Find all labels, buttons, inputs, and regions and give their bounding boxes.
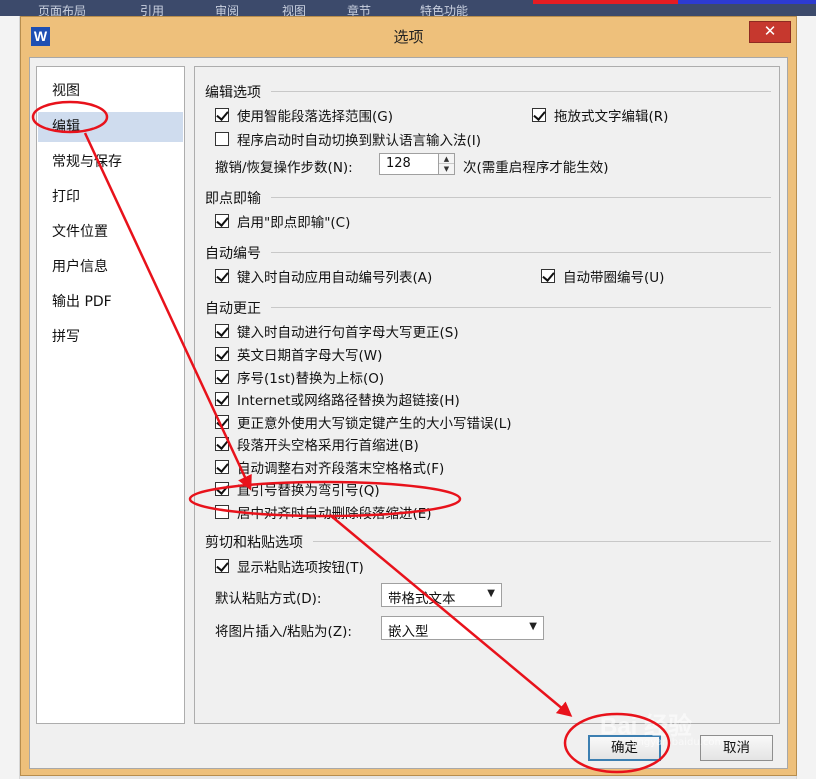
section-divider <box>271 91 771 92</box>
undo-steps-spinner[interactable]: 128 ▲ ▼ <box>379 153 455 175</box>
checkbox-box[interactable] <box>215 347 229 361</box>
checkbox-label: 居中对齐时自动删除段落缩进(E) <box>237 506 432 522</box>
section-divider <box>271 252 771 253</box>
undo-steps-note: 次(需重启程序才能生效) <box>463 160 609 176</box>
default-paste-select[interactable]: 带格式文本 ▼ <box>381 583 502 607</box>
center-align-remove-indent-checkbox[interactable]: 居中对齐时自动删除段落缩进(E) <box>215 502 432 522</box>
checkbox-label: 段落开头空格采用行首缩进(B) <box>237 438 419 454</box>
checkbox-label: 键入时自动应用自动编号列表(A) <box>237 270 433 286</box>
default-paste-label: 默认粘贴方式(D): <box>215 591 322 607</box>
spinner-buttons: ▲ ▼ <box>438 154 454 174</box>
checkbox-box[interactable] <box>215 392 229 406</box>
section-title-edit-options: 编辑选项 <box>205 85 261 101</box>
section-title-auto-numbering: 自动编号 <box>205 246 261 262</box>
options-dialog: W 选项 ✕ 视图 编辑 常规与保存 打印 文件位置 用户信息 输出 PDF 拼… <box>20 16 797 776</box>
auto-ime-checkbox[interactable]: 程序启动时自动切换到默认语言输入法(I) <box>215 129 481 149</box>
close-button[interactable]: ✕ <box>749 21 791 43</box>
baidu-watermark: Bai 经验 <box>600 713 693 740</box>
checkbox-box[interactable] <box>215 269 229 283</box>
show-paste-options-checkbox[interactable]: 显示粘贴选项按钮(T) <box>215 556 364 576</box>
undo-steps-label: 撤销/恢复操作步数(N): <box>215 160 353 176</box>
spinner-down-icon[interactable]: ▼ <box>439 164 454 174</box>
checkbox-label: 直引号替换为弯引号(Q) <box>237 483 380 499</box>
dialog-client-area: 视图 编辑 常规与保存 打印 文件位置 用户信息 输出 PDF 拼写 编辑选项 … <box>29 57 788 769</box>
baidu-watermark-url: jingyan.baidu.com <box>632 737 725 748</box>
checkbox-label: Internet或网络路径替换为超链接(H) <box>237 393 460 409</box>
autocorrect-option[interactable]: 键入时自动进行句首字母大写更正(S) <box>215 321 459 341</box>
image-paste-select[interactable]: 嵌入型 ▼ <box>381 616 544 640</box>
checkbox-label: 启用"即点即输"(C) <box>237 215 351 231</box>
checkbox-box[interactable] <box>215 437 229 451</box>
autocorrect-option[interactable]: 序号(1st)替换为上标(O) <box>215 367 384 387</box>
nav-item-edit[interactable]: 编辑 <box>38 112 183 142</box>
nav-item-file-locations[interactable]: 文件位置 <box>38 217 183 247</box>
checkbox-box[interactable] <box>215 559 229 573</box>
image-paste-value: 嵌入型 <box>388 624 429 640</box>
background-left-strip <box>0 16 20 779</box>
section-title-autocorrect: 自动更正 <box>205 301 261 317</box>
section-title-cut-paste: 剪切和粘贴选项 <box>205 535 303 551</box>
checkbox-box[interactable] <box>215 324 229 338</box>
checkbox-label: 程序启动时自动切换到默认语言输入法(I) <box>237 133 482 149</box>
click-and-type-checkbox[interactable]: 启用"即点即输"(C) <box>215 211 350 231</box>
section-divider <box>271 307 771 308</box>
options-nav-list: 视图 编辑 常规与保存 打印 文件位置 用户信息 输出 PDF 拼写 <box>36 66 185 724</box>
checkbox-label: 显示粘贴选项按钮(T) <box>237 560 364 576</box>
checkbox-box[interactable] <box>532 108 546 122</box>
section-title-click-and-type: 即点即输 <box>205 191 261 207</box>
section-divider <box>313 541 771 542</box>
checkbox-box[interactable] <box>215 132 229 146</box>
background-right-strip <box>796 16 816 779</box>
auto-numbered-list-checkbox[interactable]: 键入时自动应用自动编号列表(A) <box>215 266 432 286</box>
checkbox-box[interactable] <box>215 108 229 122</box>
autocorrect-option[interactable]: 英文日期首字母大写(W) <box>215 344 382 364</box>
auto-circled-number-checkbox[interactable]: 自动带圈编号(U) <box>541 266 664 286</box>
smart-paragraph-checkbox[interactable]: 使用智能段落选择范围(G) <box>215 105 393 125</box>
dialog-title: 选项 <box>393 28 424 46</box>
checkbox-label: 拖放式文字编辑(R) <box>554 109 669 125</box>
autocorrect-option[interactable]: 直引号替换为弯引号(Q) <box>215 479 380 499</box>
checkbox-label: 自动带圈编号(U) <box>563 270 665 286</box>
spinner-up-icon[interactable]: ▲ <box>439 154 454 164</box>
drag-drop-checkbox[interactable]: 拖放式文字编辑(R) <box>532 105 668 125</box>
autocorrect-option[interactable]: 段落开头空格采用行首缩进(B) <box>215 434 419 454</box>
autocorrect-option[interactable]: Internet或网络路径替换为超链接(H) <box>215 389 460 409</box>
edit-options-panel: 编辑选项 使用智能段落选择范围(G) 拖放式文字编辑(R) 程序启动时自动切换到… <box>194 66 780 724</box>
section-divider <box>271 197 771 198</box>
nav-item-view[interactable]: 视图 <box>38 76 183 106</box>
checkbox-box[interactable] <box>215 482 229 496</box>
autocorrect-option[interactable]: 更正意外使用大写锁定键产生的大小写错误(L) <box>215 412 512 432</box>
checkbox-label: 自动调整右对齐段落末空格格式(F) <box>237 461 445 477</box>
autocorrect-option[interactable]: 自动调整右对齐段落末空格格式(F) <box>215 457 444 477</box>
undo-steps-value[interactable]: 128 <box>386 156 411 171</box>
checkbox-label: 使用智能段落选择范围(G) <box>237 109 393 125</box>
ribbon-accent-blue <box>678 0 816 4</box>
nav-item-general-save[interactable]: 常规与保存 <box>38 147 183 177</box>
nav-item-print[interactable]: 打印 <box>38 182 183 212</box>
checkbox-box[interactable] <box>215 415 229 429</box>
dropdown-arrow-icon[interactable]: ▼ <box>529 621 537 632</box>
nav-item-spelling[interactable]: 拼写 <box>38 322 183 352</box>
dialog-titlebar[interactable]: W 选项 ✕ <box>21 17 796 55</box>
dropdown-arrow-icon[interactable]: ▼ <box>487 588 495 599</box>
checkbox-box[interactable] <box>215 370 229 384</box>
checkbox-label: 英文日期首字母大写(W) <box>237 348 383 364</box>
nav-item-user-info[interactable]: 用户信息 <box>38 252 183 282</box>
ribbon-accent-red <box>533 0 678 4</box>
checkbox-label: 序号(1st)替换为上标(O) <box>237 371 385 387</box>
checkbox-box[interactable] <box>541 269 555 283</box>
checkbox-box[interactable] <box>215 505 229 519</box>
checkbox-label: 键入时自动进行句首字母大写更正(S) <box>237 325 459 341</box>
checkbox-box[interactable] <box>215 214 229 228</box>
image-paste-label: 将图片插入/粘贴为(Z): <box>215 624 352 640</box>
checkbox-label: 更正意外使用大写锁定键产生的大小写错误(L) <box>237 416 512 432</box>
checkbox-box[interactable] <box>215 460 229 474</box>
default-paste-value: 带格式文本 <box>388 591 456 607</box>
close-icon: ✕ <box>763 22 777 40</box>
nav-item-export-pdf[interactable]: 输出 PDF <box>38 287 183 317</box>
